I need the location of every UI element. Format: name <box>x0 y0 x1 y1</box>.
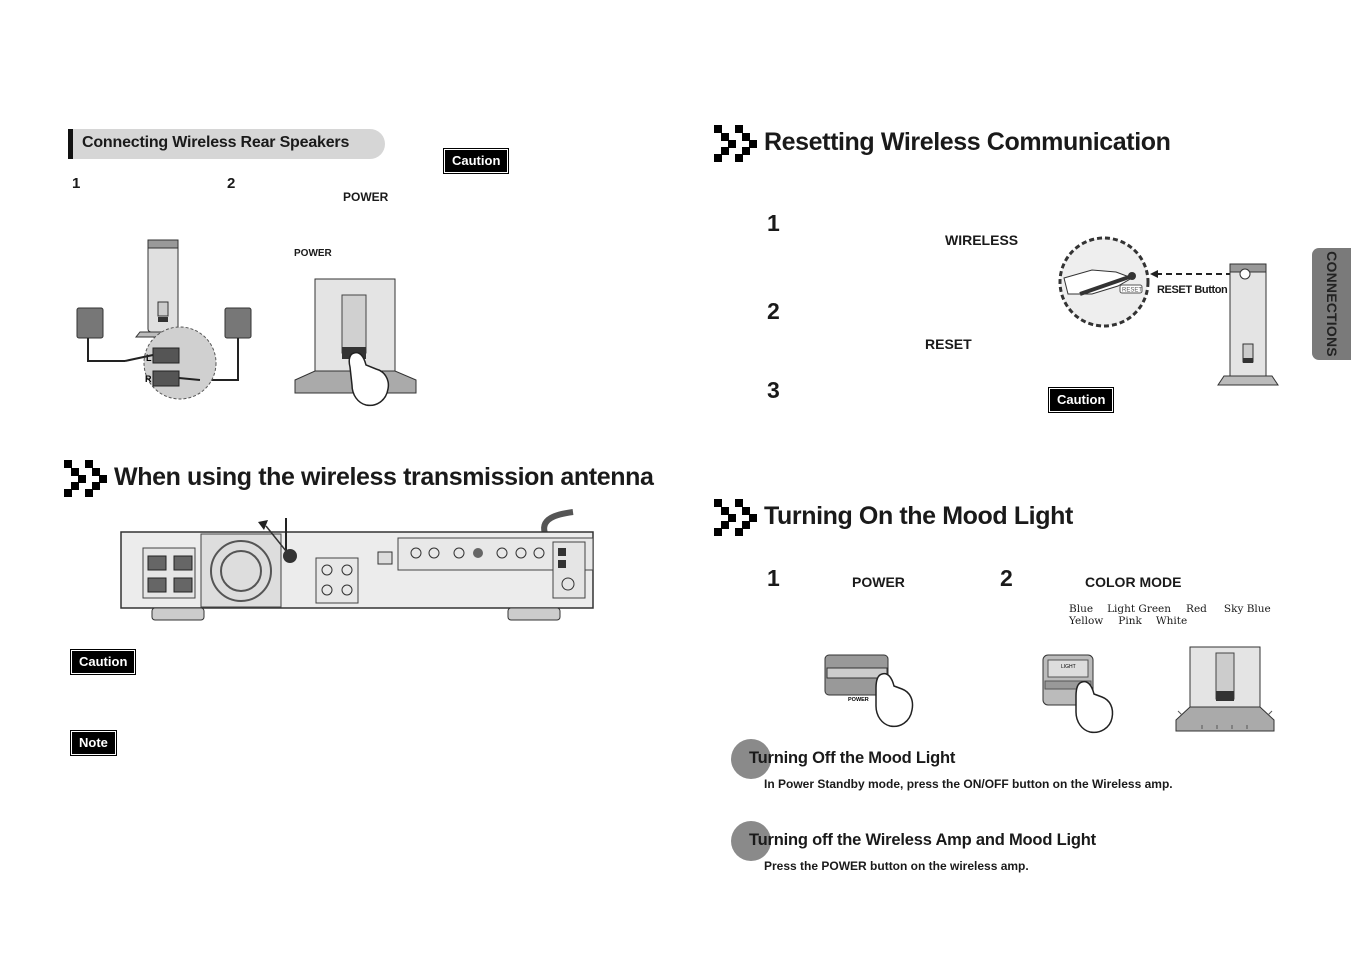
subheading-wireless-rear-speakers: Connecting Wireless Rear Speakers <box>68 129 385 159</box>
reset-step-1-number: 1 <box>767 210 780 236</box>
audio-in-jacks <box>315 557 359 604</box>
terminal-label-r: R <box>145 374 152 384</box>
section-title: When using the wireless transmission ant… <box>114 462 654 491</box>
color-light-green: Light Green <box>1107 603 1172 615</box>
mood-step-2-number: 2 <box>1000 565 1013 591</box>
color-sequence-line-2: Yellow Pink White <box>1069 615 1271 627</box>
press-power-illustration <box>294 278 417 407</box>
section-side-tab: CONNECTIONS <box>1312 248 1351 360</box>
color-mode-button-illustration: LIGHT <box>1042 654 1114 734</box>
turn-off-mood-body: In Power Standby mode, press the ON/OFF … <box>764 777 1173 791</box>
color-mode-key-label: COLOR MODE <box>1085 574 1182 590</box>
reset-caution-badge: Caution <box>1047 387 1115 413</box>
wireless-amp-icon <box>134 239 192 338</box>
caution-badge: Caution <box>442 148 510 174</box>
step-number-2: 2 <box>227 175 236 192</box>
section-heading-antenna: When using the wireless transmission ant… <box>64 458 654 497</box>
side-tab-label: CONNECTIONS <box>1323 251 1340 357</box>
antenna-caution-badge: Caution <box>69 649 137 675</box>
speaker-terminals <box>142 547 196 599</box>
caution-label: Caution <box>442 148 510 174</box>
color-white: White <box>1155 615 1188 627</box>
turn-off-amp-block: Turning off the Wireless Amp and Mood Li… <box>731 821 1211 873</box>
color-red: Red <box>1186 603 1207 615</box>
step-number-1: 1 <box>72 175 81 192</box>
checker-bullet-icon <box>714 497 758 536</box>
reset-step-3-number: 3 <box>767 377 780 403</box>
mood-power-key-label: POWER <box>852 574 905 590</box>
antenna-note-badge: Note <box>70 730 117 756</box>
turn-off-mood-title: Turning Off the Mood Light <box>749 749 956 767</box>
checker-bullet-icon <box>714 123 758 162</box>
section-heading-mood-light: Turning On the Mood Light <box>714 497 1073 536</box>
turn-off-amp-title: Turning off the Wireless Amp and Mood Li… <box>749 831 1096 849</box>
figure-power-label: POWER <box>294 248 332 259</box>
section-title: Turning On the Mood Light <box>764 501 1073 530</box>
checker-bullet-icon <box>64 458 108 497</box>
power-key-label: POWER <box>343 190 389 204</box>
reset-key-label: RESET <box>925 336 972 352</box>
optical-input <box>377 551 393 565</box>
speaker-wiring-illustration: L R <box>76 239 252 400</box>
color-sequence: Blue Light Green Red Sky Blue Yellow Pink Whi… <box>1069 603 1271 627</box>
cooling-fan <box>200 533 282 608</box>
power-caption: POWER <box>848 697 869 703</box>
hand-pointer-icon <box>1075 680 1114 734</box>
arrow-left-icon <box>1150 270 1158 278</box>
section-heading-reset: Resetting Wireless Communication <box>714 123 1171 162</box>
mood-step-1-number: 1 <box>767 565 780 591</box>
color-sequence-line-1: Blue Light Green Red Sky Blue <box>1069 603 1271 615</box>
color-yellow: Yellow <box>1069 615 1104 627</box>
light-caption: LIGHT <box>1061 664 1076 670</box>
turn-off-mood-light-block: Turning Off the Mood Light In Power Stan… <box>731 739 1211 791</box>
reset-step-2-number: 2 <box>767 298 780 324</box>
left-speaker-icon <box>76 307 125 362</box>
wireless-amp-icon <box>1217 263 1279 386</box>
turn-off-amp-body: Press the POWER button on the wireless a… <box>764 859 1029 873</box>
reset-button-tag: RESET <box>1122 288 1142 294</box>
caution-label: Caution <box>1047 387 1115 413</box>
foot-left <box>151 607 205 621</box>
color-pink: Pink <box>1118 615 1142 627</box>
reset-button-illustration: RESET <box>1058 236 1279 386</box>
caution-label: Caution <box>69 649 137 675</box>
mood-light-amp-illustration <box>1175 646 1275 732</box>
rear-panel-illustration <box>120 509 594 621</box>
reset-button-callout: RESET Button <box>1157 284 1228 296</box>
section-title: Resetting Wireless Communication <box>764 127 1171 156</box>
power-button-illustration: POWER <box>824 654 914 728</box>
wireless-key-label: WIRELESS <box>945 232 1019 248</box>
foot-right <box>507 607 561 621</box>
color-blue: Blue <box>1069 603 1094 615</box>
note-label: Note <box>70 730 117 756</box>
hand-pointer-icon <box>875 672 914 728</box>
color-sky-blue: Sky Blue <box>1223 603 1271 615</box>
